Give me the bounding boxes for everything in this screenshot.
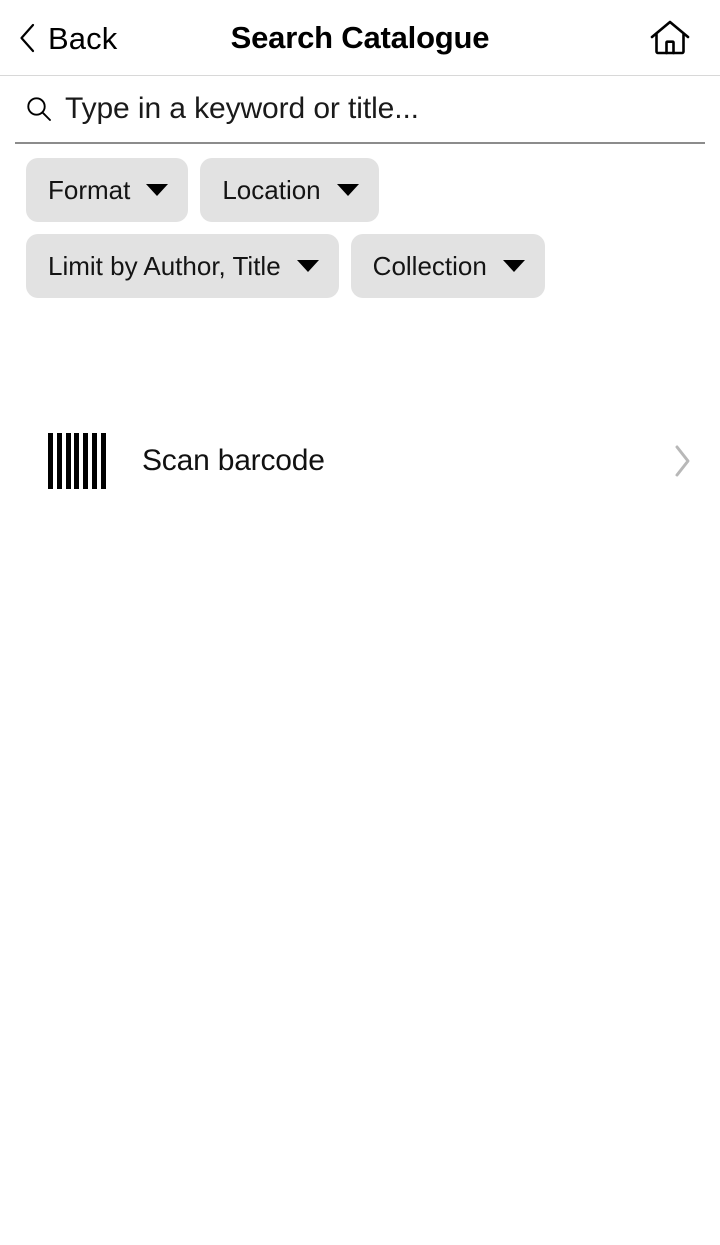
scan-barcode-row[interactable]: Scan barcode [0,418,720,504]
chevron-down-icon [502,260,525,272]
filter-chip-limit-by-author-title[interactable]: Limit by Author, Title [26,234,339,298]
filter-chip-label: Collection [372,251,487,281]
filter-chip-label: Limit by Author, Title [48,251,281,281]
filter-chip-collection[interactable]: Collection [350,234,545,298]
chevron-right-icon [675,445,690,477]
home-button[interactable] [642,0,698,76]
chevron-down-icon [336,184,359,196]
search-input[interactable] [65,87,703,131]
filter-chip-location[interactable]: Location [200,158,379,222]
chevron-left-icon [20,23,35,53]
chevron-down-icon [296,260,319,272]
app-header: Back Search Catalogue [0,0,720,76]
search-catalogue-screen: Back Search Catalogue Format Loc [0,0,720,1245]
back-button[interactable]: Back [10,0,125,76]
search-icon [27,97,51,121]
back-label: Back [48,20,118,56]
search-field-container [0,76,720,144]
filter-chip-format[interactable]: Format [26,158,189,222]
filter-chip-label: Location [222,175,321,205]
scan-barcode-label: Scan barcode [142,444,325,477]
filter-chip-label: Format [48,175,131,205]
filter-chip-group: Format Location Limit by Author, Title C… [0,144,720,298]
barcode-icon [48,432,106,490]
home-icon [650,20,690,55]
search-row [15,76,705,144]
chevron-down-icon [146,184,169,196]
